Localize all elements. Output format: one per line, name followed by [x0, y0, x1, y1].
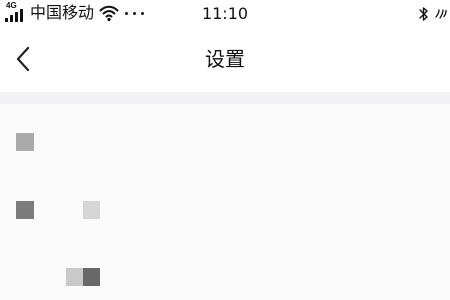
nfc-icon	[435, 9, 447, 19]
settings-screen: 4G 中国移动 11:10 设置	[0, 0, 450, 300]
navigation-bar: 设置	[0, 28, 450, 92]
status-time: 11:10	[201, 4, 249, 23]
status-bar: 4G 中国移动 11:10	[0, 0, 450, 28]
section-separator	[0, 92, 450, 104]
settings-row-1[interactable]	[0, 111, 450, 169]
bluetooth-icon	[419, 7, 428, 21]
page-title: 设置	[205, 47, 245, 71]
status-right-group	[418, 5, 448, 23]
settings-row-2[interactable]	[0, 180, 450, 238]
pixelated-setting-label-fragment-light	[66, 268, 83, 286]
pixelated-setting-label-fragment-dark	[83, 268, 100, 286]
pixelated-setting-icon-1	[16, 133, 34, 151]
pixelated-setting-label-fragment	[83, 201, 100, 219]
pixelated-setting-icon-2	[16, 201, 34, 219]
